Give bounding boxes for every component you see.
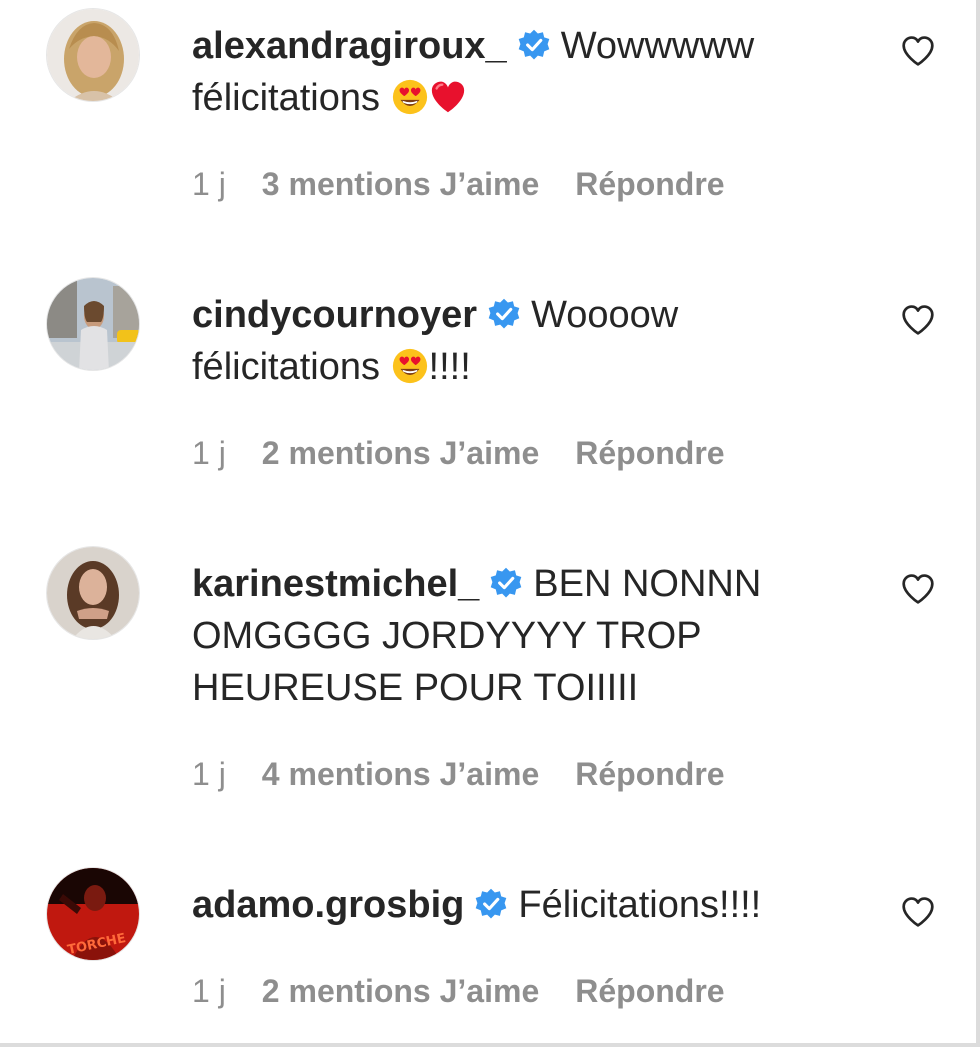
verified-badge-icon — [518, 29, 549, 60]
avatar[interactable] — [46, 277, 140, 371]
reply-button[interactable]: Répondre — [575, 435, 724, 471]
comment-text: Félicitations!!!! — [518, 884, 762, 926]
comment-meta: 1 j 3 mentions J’aime Répondre — [192, 164, 725, 204]
comment-text: OMGGGG JORDYYYY TROP — [192, 615, 702, 657]
comment-text: Woooow — [531, 294, 679, 336]
comment-time[interactable]: 1 j — [192, 756, 226, 792]
comment-text: félicitations — [192, 77, 380, 119]
avatar[interactable] — [46, 8, 140, 102]
comment-body: karinestmichel_ BEN NONNN OMGGGG JORDYYYY… — [192, 558, 832, 714]
comment-likes-count[interactable]: 2 mentions J’aime — [262, 973, 539, 1009]
comment-body: alexandragiroux_ Wowwwww félicitations — [192, 20, 832, 124]
comment-time[interactable]: 1 j — [192, 973, 226, 1009]
comment-username[interactable]: alexandragiroux_ — [192, 25, 507, 67]
heart-eyes-emoji-icon — [392, 79, 427, 115]
reply-button[interactable]: Répondre — [575, 973, 724, 1009]
comment-username[interactable]: karinestmichel_ — [192, 563, 479, 605]
comment-likes-count[interactable]: 3 mentions J’aime — [262, 166, 539, 202]
reply-button[interactable]: Répondre — [575, 756, 724, 792]
comment-body: adamo.grosbig Félicitations!!!! — [192, 879, 832, 931]
red-heart-emoji-icon — [431, 81, 464, 113]
comment-time[interactable]: 1 j — [192, 435, 226, 471]
frame-right-border — [976, 0, 980, 1047]
like-heart-icon[interactable] — [900, 34, 936, 68]
like-heart-icon[interactable] — [900, 895, 936, 929]
comment-meta: 1 j 2 mentions J’aime Répondre — [192, 971, 725, 1011]
comment-username[interactable]: adamo.grosbig — [192, 884, 464, 926]
comment-text: BEN NONNN — [533, 563, 762, 605]
comment-username[interactable]: cindycournoyer — [192, 294, 477, 336]
comment-text: HEUREUSE POUR TOIIIII — [192, 667, 639, 709]
frame-bottom-border — [0, 1043, 980, 1047]
verified-badge-icon — [490, 567, 522, 598]
heart-eyes-emoji-icon — [392, 348, 427, 384]
comment-meta: 1 j 4 mentions J’aime Répondre — [192, 754, 725, 794]
comment-likes-count[interactable]: 4 mentions J’aime — [262, 756, 539, 792]
like-heart-icon[interactable] — [900, 303, 936, 337]
verified-badge-icon — [476, 888, 507, 919]
avatar[interactable]: TORCHE — [46, 867, 140, 961]
comment-body: cindycournoyer Woooow félicitations !!!! — [192, 289, 832, 393]
avatar[interactable] — [46, 546, 140, 640]
comment-text: félicitations — [192, 346, 380, 388]
verified-badge-icon — [488, 298, 520, 329]
comment-meta: 1 j 2 mentions J’aime Répondre — [192, 433, 725, 473]
comment-text-suffix: !!!! — [428, 346, 471, 388]
comment-text: Wowwwww — [560, 25, 755, 67]
comment-time[interactable]: 1 j — [192, 166, 226, 202]
like-heart-icon[interactable] — [900, 572, 936, 606]
reply-button[interactable]: Répondre — [575, 166, 724, 202]
comment-likes-count[interactable]: 2 mentions J’aime — [262, 435, 539, 471]
